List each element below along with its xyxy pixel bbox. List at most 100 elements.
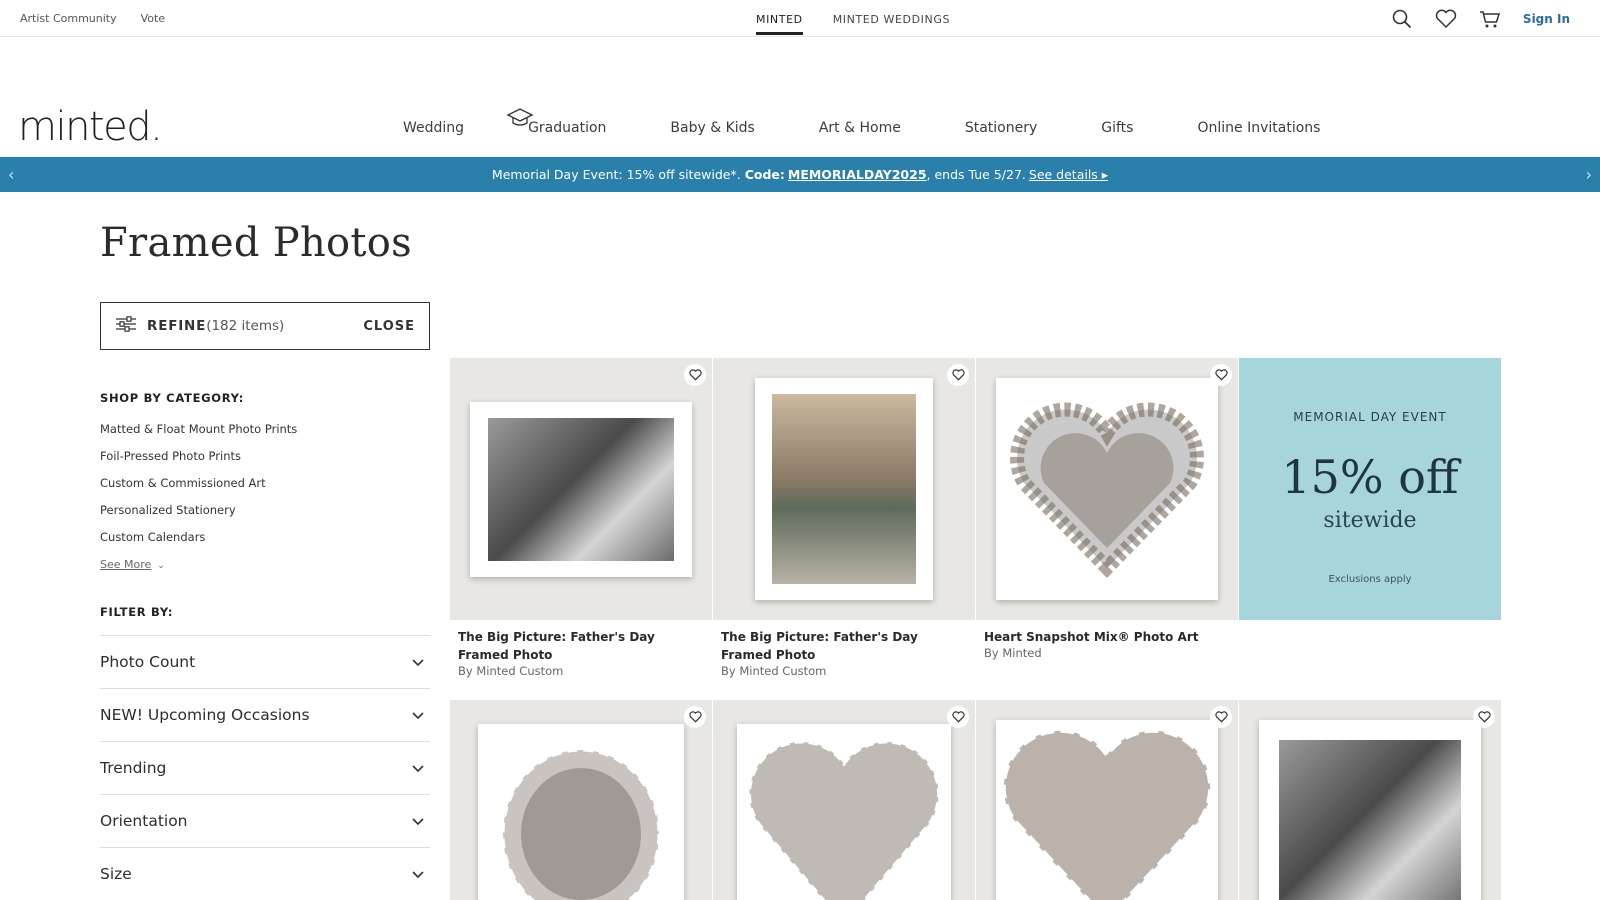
product-title[interactable]: Heart Snapshot Mix® Photo Art bbox=[984, 628, 1234, 646]
item-count: (182 items) bbox=[206, 318, 285, 334]
product-title[interactable]: The Big Picture: Father's Day Framed Pho… bbox=[458, 628, 708, 664]
nav-graduation[interactable]: Graduation bbox=[506, 108, 607, 136]
product-image[interactable] bbox=[450, 358, 712, 620]
product-image[interactable] bbox=[450, 700, 712, 900]
heart-collage-graphic bbox=[748, 740, 940, 900]
utility-links: Artist Community Vote bbox=[20, 12, 165, 25]
promo-code-label: Code: bbox=[744, 167, 785, 182]
nav-art-home[interactable]: Art & Home bbox=[819, 120, 901, 136]
framed-photo bbox=[996, 378, 1218, 600]
refine-bar[interactable]: REFINE (182 items) CLOSE bbox=[100, 302, 430, 350]
sliders-icon bbox=[115, 315, 137, 337]
category-item[interactable]: Custom Calendars bbox=[100, 530, 297, 557]
favorite-heart-icon[interactable] bbox=[684, 706, 706, 728]
nav-wedding[interactable]: Wedding bbox=[403, 120, 464, 136]
category-item[interactable]: Personalized Stationery bbox=[100, 503, 297, 530]
see-more-link[interactable]: See More ⌄ bbox=[100, 558, 165, 571]
vote-link[interactable]: Vote bbox=[141, 12, 165, 25]
filter-label: NEW! Upcoming Occasions bbox=[100, 706, 310, 724]
heart-collage-graphic bbox=[1010, 402, 1204, 579]
page-title: Framed Photos bbox=[100, 220, 412, 266]
favorite-heart-icon[interactable] bbox=[1210, 364, 1232, 386]
graduation-cap-icon bbox=[506, 106, 534, 132]
filter-by-heading: FILTER BY: bbox=[100, 605, 174, 619]
favorite-heart-icon[interactable] bbox=[1210, 706, 1232, 728]
product-image[interactable] bbox=[976, 700, 1238, 900]
promo-ends: , ends Tue 5/27. bbox=[926, 167, 1026, 182]
filter-photo-count[interactable]: Photo Count bbox=[100, 635, 430, 688]
product-image[interactable] bbox=[1239, 700, 1501, 900]
filter-label: Size bbox=[100, 865, 132, 883]
promo-prev-arrow-icon[interactable]: ‹ bbox=[8, 165, 14, 184]
promo-banner: ‹ Memorial Day Event: 15% off sitewide*.… bbox=[0, 157, 1600, 192]
filter-list: Photo Count NEW! Upcoming Occasions Tren… bbox=[100, 635, 430, 900]
promo-details-link[interactable]: See details ▸ bbox=[1029, 167, 1108, 182]
brand-tabs: MINTED MINTED WEDDINGS bbox=[756, 13, 950, 35]
artist-community-link[interactable]: Artist Community bbox=[20, 12, 117, 25]
promo-tile-event: MEMORIAL DAY EVENT bbox=[1293, 410, 1447, 424]
product-image[interactable] bbox=[976, 358, 1238, 620]
minted-logo[interactable]: minted. bbox=[18, 104, 163, 150]
favorite-heart-icon[interactable] bbox=[947, 364, 969, 386]
utility-bar: Artist Community Vote MINTED MINTED WEDD… bbox=[0, 0, 1600, 37]
favorite-heart-icon[interactable] bbox=[684, 364, 706, 386]
filter-orientation[interactable]: Orientation bbox=[100, 794, 430, 847]
framed-photo bbox=[737, 724, 951, 900]
product-artist: By Minted bbox=[984, 646, 1042, 660]
category-item[interactable]: Foil-Pressed Photo Prints bbox=[100, 449, 297, 476]
product-artist: By Minted Custom bbox=[458, 664, 564, 678]
chevron-down-icon bbox=[412, 653, 424, 671]
utility-actions: Sign In bbox=[1391, 8, 1570, 30]
bw-father-baby-photo bbox=[1279, 740, 1461, 900]
refine-label: REFINE bbox=[147, 318, 207, 334]
filter-label: Trending bbox=[100, 759, 167, 777]
filter-trending[interactable]: Trending bbox=[100, 741, 430, 794]
tab-minted[interactable]: MINTED bbox=[756, 13, 803, 35]
heart-collage-graphic bbox=[1001, 728, 1213, 900]
filter-label: Orientation bbox=[100, 812, 188, 830]
category-item[interactable]: Matted & Float Mount Photo Prints bbox=[100, 422, 297, 449]
product-artist: By Minted Custom bbox=[721, 664, 827, 678]
favorite-heart-icon[interactable] bbox=[1473, 706, 1495, 728]
chevron-down-icon: ⌄ bbox=[157, 561, 165, 571]
product-image[interactable] bbox=[713, 700, 975, 900]
promo-code[interactable]: MEMORIALDAY2025 bbox=[788, 167, 927, 182]
cart-icon[interactable] bbox=[1479, 8, 1501, 30]
framed-photo bbox=[470, 402, 692, 577]
chevron-down-icon bbox=[412, 812, 424, 830]
sign-in-link[interactable]: Sign In bbox=[1523, 12, 1570, 26]
filter-size[interactable]: Size bbox=[100, 847, 430, 900]
family-walk-photo bbox=[772, 394, 916, 584]
framed-photo bbox=[996, 720, 1218, 900]
favorites-heart-icon[interactable] bbox=[1435, 8, 1457, 30]
product-title[interactable]: The Big Picture: Father's Day Framed Pho… bbox=[721, 628, 971, 664]
photo-collage-graphic bbox=[501, 748, 661, 900]
promo-next-arrow-icon[interactable]: › bbox=[1586, 165, 1592, 184]
nav-baby-kids[interactable]: Baby & Kids bbox=[670, 120, 754, 136]
nav-online-invitations[interactable]: Online Invitations bbox=[1197, 120, 1320, 136]
framed-photo bbox=[755, 378, 933, 600]
filter-label: Photo Count bbox=[100, 653, 196, 671]
shop-by-category-heading: SHOP BY CATEGORY: bbox=[100, 391, 244, 405]
search-icon[interactable] bbox=[1391, 8, 1413, 30]
favorite-heart-icon[interactable] bbox=[947, 706, 969, 728]
category-list: Matted & Float Mount Photo Prints Foil-P… bbox=[100, 422, 297, 557]
nav-gifts[interactable]: Gifts bbox=[1101, 120, 1133, 136]
filter-upcoming-occasions[interactable]: NEW! Upcoming Occasions bbox=[100, 688, 430, 741]
category-item[interactable]: Custom & Commissioned Art bbox=[100, 476, 297, 503]
close-refine-button[interactable]: CLOSE bbox=[363, 319, 415, 334]
chevron-down-icon bbox=[412, 865, 424, 883]
nav-stationery[interactable]: Stationery bbox=[965, 120, 1037, 136]
memorial-day-promo-tile[interactable]: MEMORIAL DAY EVENT 15% off sitewide Excl… bbox=[1239, 358, 1501, 620]
chevron-down-icon bbox=[412, 706, 424, 724]
main-nav: Wedding Graduation Baby & Kids Art & Hom… bbox=[403, 108, 1320, 136]
promo-tile-sub: sitewide bbox=[1323, 508, 1417, 533]
tab-minted-weddings[interactable]: MINTED WEDDINGS bbox=[833, 13, 950, 32]
framed-photo bbox=[1259, 720, 1481, 900]
nav-graduation-label: Graduation bbox=[528, 120, 607, 136]
product-image[interactable] bbox=[713, 358, 975, 620]
bw-father-child-photo bbox=[488, 418, 674, 561]
chevron-down-icon bbox=[412, 759, 424, 777]
framed-photo bbox=[478, 724, 684, 900]
promo-text: Memorial Day Event: 15% off sitewide*. bbox=[491, 167, 741, 182]
